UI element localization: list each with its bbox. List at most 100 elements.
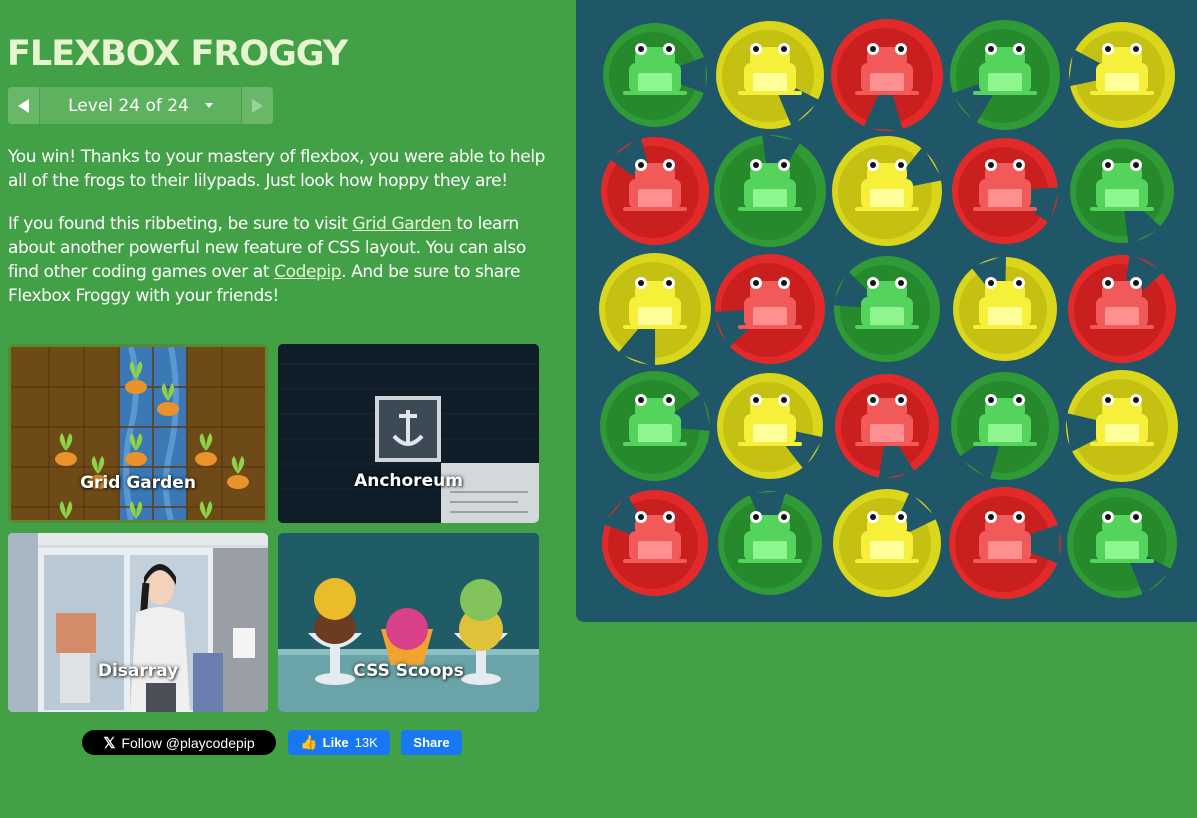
- frog-belly: [870, 189, 904, 209]
- frog-pupil: [753, 397, 759, 403]
- level-dropdown[interactable]: Level 24 of 24: [40, 87, 241, 124]
- app-title: FLEXBOX FROGGY: [7, 34, 348, 74]
- arrow-right-icon: [252, 98, 263, 113]
- pond: [576, 0, 1197, 622]
- frog-pupil: [988, 162, 994, 168]
- frog-pupil: [1133, 162, 1139, 168]
- grid-garden-thumbnail: [11, 347, 265, 520]
- pond-board: [599, 19, 1178, 599]
- frog-belly: [753, 73, 787, 93]
- frog-belly: [870, 307, 904, 327]
- lilypad-red: [831, 19, 943, 131]
- next-level-button[interactable]: [241, 87, 273, 124]
- frog-feet: [855, 207, 919, 211]
- lilypad-red: [601, 136, 709, 245]
- frog-pupil: [666, 280, 672, 286]
- lilypad-red: [835, 374, 939, 480]
- level-label: Level 24 of 24: [68, 95, 189, 116]
- lilypad-red: [602, 490, 708, 596]
- game-tile-css-scoops[interactable]: CSS Scoops: [278, 533, 539, 712]
- frog-pupil: [1105, 514, 1111, 520]
- frog-feet: [1090, 91, 1154, 95]
- lilypad-yellow: [599, 253, 711, 367]
- facebook-share-button[interactable]: Share: [401, 730, 462, 755]
- frog-feet: [1090, 207, 1154, 211]
- frog-feet: [973, 207, 1037, 211]
- lilypad-yellow: [953, 255, 1057, 361]
- frog-pupil: [638, 46, 644, 52]
- frog-pupil: [781, 397, 787, 403]
- frog-feet: [973, 559, 1037, 563]
- grid-garden-link[interactable]: Grid Garden: [352, 214, 451, 234]
- lilypad-green: [1070, 139, 1174, 245]
- frog-belly: [988, 541, 1022, 561]
- lilypad-red: [713, 254, 825, 364]
- frog-pupil: [988, 397, 994, 403]
- x-follow-label: Follow @playcodepip: [121, 734, 255, 751]
- frog-feet: [855, 325, 919, 329]
- frog-pupil: [1016, 514, 1022, 520]
- frog-pupil: [1133, 514, 1139, 520]
- frog-feet: [738, 442, 802, 446]
- frog-pupil: [870, 46, 876, 52]
- frog-pupil: [1016, 280, 1022, 286]
- facebook-like-button[interactable]: 👍 Like 13K: [288, 730, 390, 755]
- frog-pupil: [988, 46, 994, 52]
- grid-garden-label: Grid Garden: [80, 473, 196, 493]
- lilypad-yellow: [1068, 22, 1175, 128]
- lilypad-yellow: [1065, 370, 1178, 482]
- codepip-link[interactable]: Codepip: [274, 262, 341, 282]
- frog-belly: [1105, 189, 1139, 209]
- promo-message: If you found this ribbeting, be sure to …: [8, 212, 548, 308]
- frog-feet: [623, 207, 687, 211]
- frog-belly: [988, 424, 1022, 444]
- frog-feet: [973, 91, 1037, 95]
- thumbs-up-icon: 👍: [300, 734, 318, 750]
- frog-pupil: [1133, 46, 1139, 52]
- disarray-label: Disarray: [97, 661, 179, 681]
- frog-belly: [753, 189, 787, 209]
- frog-pupil: [870, 514, 876, 520]
- level-navigation: Level 24 of 24: [8, 87, 273, 124]
- frog-belly: [988, 307, 1022, 327]
- anchoreum-label: Anchoreum: [354, 471, 463, 491]
- lilypad-green: [714, 133, 826, 247]
- frog-feet: [738, 207, 802, 211]
- x-logo-icon: 𝕏: [103, 734, 116, 752]
- frog-pupil: [638, 514, 644, 520]
- frog-feet: [1090, 325, 1154, 329]
- frog-pupil: [753, 46, 759, 52]
- frog-pupil: [753, 280, 759, 286]
- frog-belly: [1105, 541, 1139, 561]
- frog-pupil: [1016, 162, 1022, 168]
- frog-belly: [638, 189, 672, 209]
- frog-feet: [623, 442, 687, 446]
- frog-feet: [973, 325, 1037, 329]
- frog-pupil: [781, 162, 787, 168]
- lilypad-yellow: [832, 136, 943, 246]
- frog-feet: [855, 442, 919, 446]
- x-follow-button[interactable]: 𝕏 Follow @playcodepip: [82, 730, 276, 755]
- lilypad-green: [718, 491, 822, 595]
- game-tile-anchoreum[interactable]: Anchoreum: [278, 344, 539, 523]
- game-tile-disarray[interactable]: Disarray: [8, 533, 268, 712]
- lilypad-green: [1067, 488, 1177, 598]
- frog-belly: [638, 424, 672, 444]
- frog-belly: [870, 73, 904, 93]
- frog-pupil: [666, 46, 672, 52]
- frog-belly: [988, 73, 1022, 93]
- frog-pupil: [638, 280, 644, 286]
- lilypad-red: [952, 138, 1060, 244]
- frog-pupil: [753, 514, 759, 520]
- frog-belly: [753, 307, 787, 327]
- game-tile-grid-garden[interactable]: Grid Garden: [8, 344, 268, 523]
- frog-feet: [623, 559, 687, 563]
- disarray-thumbnail: [8, 533, 268, 712]
- frog-feet: [855, 559, 919, 563]
- frog-pupil: [781, 514, 787, 520]
- css-scoops-thumbnail: [278, 533, 539, 712]
- lilypad-green: [600, 371, 712, 481]
- frog-pupil: [1133, 280, 1139, 286]
- frog-pupil: [1105, 280, 1111, 286]
- previous-level-button[interactable]: [8, 87, 40, 124]
